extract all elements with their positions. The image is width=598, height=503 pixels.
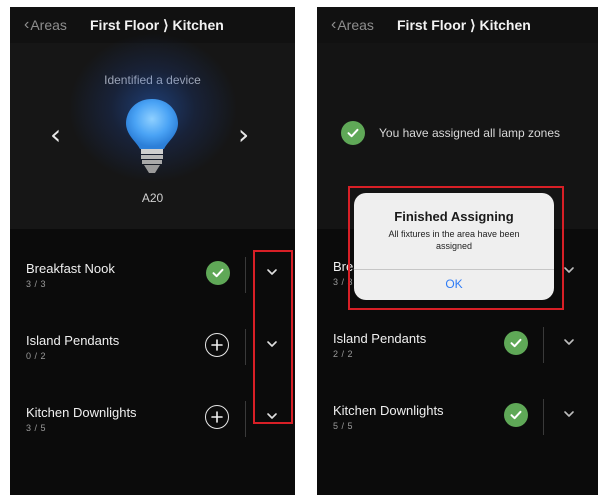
divider	[543, 399, 544, 435]
highlight-dialog	[348, 186, 564, 310]
chevron-left-icon: ‹	[331, 16, 337, 33]
divider	[245, 257, 246, 293]
back-button[interactable]: ‹ Areas	[331, 16, 374, 34]
list-item[interactable]: Kitchen Downlights 5 / 5	[317, 381, 598, 447]
check-icon	[504, 331, 528, 355]
chevron-down-icon[interactable]	[562, 263, 576, 277]
highlight-dropdowns	[253, 250, 293, 424]
divider	[245, 329, 246, 365]
chevron-right-icon[interactable]: ›	[238, 121, 249, 149]
check-icon	[504, 403, 528, 427]
zone-count: 3 / 3	[26, 279, 47, 289]
page-title: First Floor ⟩ Kitchen	[90, 17, 224, 33]
check-icon	[341, 121, 365, 145]
zone-name: Island Pendants	[26, 333, 120, 348]
zone-name: Kitchen Downlights	[26, 405, 137, 420]
list-item[interactable]: Island Pendants 2 / 2	[317, 309, 598, 375]
chevron-down-icon[interactable]	[562, 335, 576, 349]
zone-count: 3 / 5	[26, 423, 47, 433]
zone-name: Kitchen Downlights	[333, 403, 444, 418]
plus-icon[interactable]	[205, 333, 229, 357]
divider	[543, 327, 544, 363]
chevron-left-icon[interactable]: ‹	[50, 121, 61, 149]
zone-count: 2 / 2	[333, 349, 354, 359]
chevron-left-icon: ‹	[24, 16, 30, 33]
zone-name: Breakfast Nook	[26, 261, 115, 276]
banner-text: You have assigned all lamp zones	[379, 126, 561, 140]
back-label: Areas	[30, 17, 67, 33]
back-label: Areas	[337, 17, 374, 33]
completion-banner: You have assigned all lamp zones	[341, 119, 598, 149]
nav-bar: ‹ Areas First Floor ⟩ Kitchen	[317, 7, 598, 43]
plus-icon[interactable]	[205, 405, 229, 429]
chevron-down-icon[interactable]	[562, 407, 576, 421]
device-preview: Identified a device ‹ › A20	[10, 33, 295, 229]
back-button[interactable]: ‹ Areas	[24, 16, 67, 34]
divider	[245, 401, 246, 437]
device-name: A20	[141, 191, 164, 205]
zone-count: 5 / 5	[333, 421, 354, 431]
check-icon	[206, 261, 230, 285]
zone-count: 0 / 2	[26, 351, 47, 361]
zone-name: Island Pendants	[333, 331, 427, 346]
page-title: First Floor ⟩ Kitchen	[397, 17, 531, 33]
bulb-icon	[126, 99, 178, 173]
